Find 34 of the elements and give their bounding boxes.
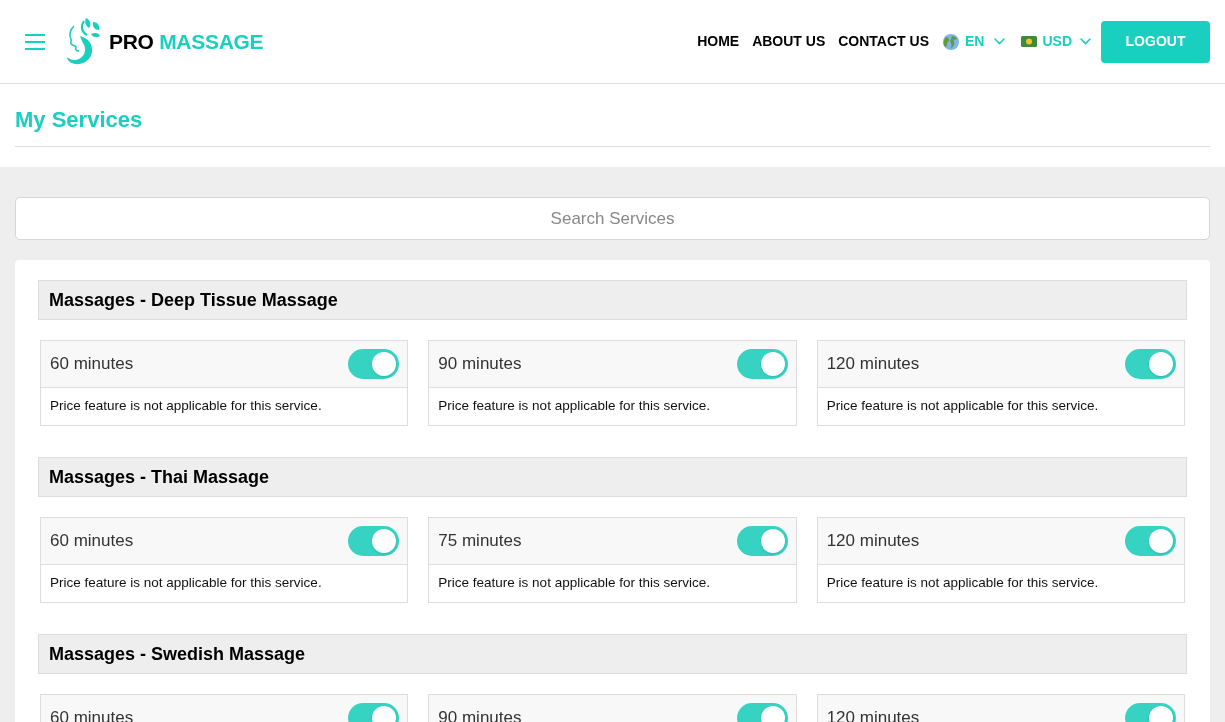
category-title: Massages - Thai Massage: [49, 465, 270, 489]
category-title: Massages - Swedish Massage: [49, 642, 306, 666]
toggle-switch[interactable]: [348, 526, 400, 556]
price-note: Price feature is not applicable for this service.: [826, 574, 1099, 593]
price-note: Price feature is not applicable for this service.: [50, 397, 322, 416]
price-note: Price feature is not applicable for this service.: [826, 397, 1099, 416]
nav-link[interactable]: ABOUT US: [752, 31, 826, 52]
toggle-switch[interactable]: [736, 526, 788, 556]
price-note: Price feature is not applicable for this service.: [50, 574, 322, 593]
logo-text: PRO MASSAGE: [109, 28, 264, 55]
duration-label: 90 minutes: [438, 353, 522, 376]
search-field[interactable]: Search Services: [15, 197, 1210, 240]
site-logo[interactable]: PRO MASSAGE: [66, 16, 264, 67]
chevron-down-icon: [994, 38, 1006, 45]
toggle-switch[interactable]: [348, 349, 400, 379]
duration-label: 120 minutes: [826, 530, 920, 553]
category-title: Massages - Deep Tissue Massage: [49, 288, 338, 312]
price-note: Price feature is not applicable for this service.: [438, 397, 710, 416]
banknote-icon: [1021, 36, 1038, 47]
chevron-down-icon: [1080, 38, 1091, 45]
page-title: My Services: [15, 106, 143, 134]
toggle-switch[interactable]: [1125, 526, 1176, 556]
menu-icon[interactable]: [25, 33, 45, 50]
toggle-switch[interactable]: [1125, 349, 1176, 379]
price-note: Price feature is not applicable for this service.: [438, 574, 710, 593]
globe-icon: [943, 33, 959, 50]
nav-link[interactable]: CONTACT US: [838, 31, 929, 52]
toggle-switch[interactable]: [736, 349, 788, 379]
duration-label: 75 minutes: [438, 530, 522, 553]
leaf-swirl-logo-icon: [66, 16, 101, 67]
duration-label: 120 minutes: [826, 353, 920, 376]
nav-link[interactable]: HOME: [697, 31, 740, 52]
duration-label: 60 minutes: [50, 530, 134, 553]
duration-label: 60 minutes: [50, 353, 134, 376]
